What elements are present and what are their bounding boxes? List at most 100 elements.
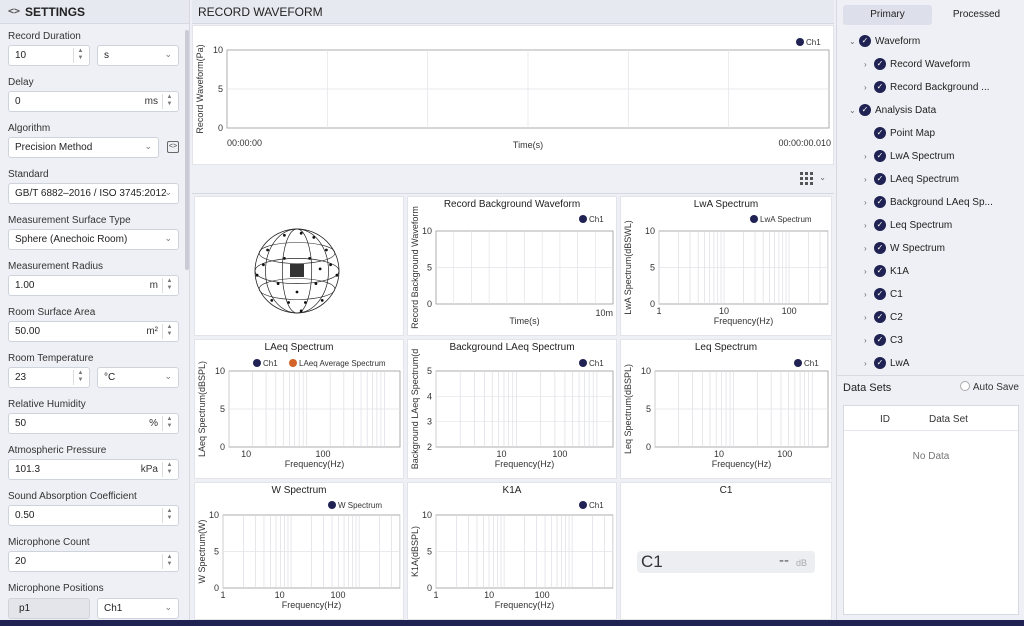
chevron-right-icon[interactable]: › xyxy=(864,244,874,253)
record-waveform-chart[interactable]: 10 5 0 Time(s) Record Waveform(Pa) 00:00:00 00… xyxy=(193,26,833,164)
mic-point xyxy=(318,267,322,271)
stepper-icon[interactable]: ▲ ▼ xyxy=(162,416,176,431)
laeq-chart[interactable]: 10 5 0 10 100Frequency(Hz) LAeq Spectrum(dBSP… xyxy=(195,340,403,478)
mic-point xyxy=(312,236,316,239)
tree-item[interactable]: › ✓ Record Background ... xyxy=(864,77,990,97)
delay-label: Delay xyxy=(8,77,34,88)
w-chart[interactable]: 10501 10 100Frequency(Hz)W Spectrum(W)W Sp… xyxy=(195,483,403,619)
tree-item[interactable]: › ✓ C1 xyxy=(864,284,903,304)
chevron-right-icon[interactable]: › xyxy=(864,313,874,322)
chevron-right-icon[interactable]: › xyxy=(864,175,874,184)
tree-item[interactable]: › ✓ K1A xyxy=(864,261,909,281)
stepper-icon[interactable]: ▲ ▼ xyxy=(162,508,176,523)
chevron-right-icon[interactable]: › xyxy=(864,198,874,207)
mic-point xyxy=(287,301,290,304)
mic-position-field[interactable]: p1 xyxy=(8,598,90,619)
stepper-icon[interactable]: ▲ ▼ xyxy=(162,554,176,569)
check-icon[interactable]: ✓ xyxy=(874,81,886,93)
tab-processed[interactable]: Processed xyxy=(932,5,1021,25)
tree-item[interactable]: › ✓ C2 xyxy=(864,307,903,327)
check-icon[interactable]: ✓ xyxy=(874,58,886,70)
tree-item-label: Analysis Data xyxy=(875,104,937,116)
record-duration-input[interactable]: 10 ▲ ▼ xyxy=(8,45,90,66)
lwa-chart[interactable]: 10 5 01 10 100 Frequency(Hz) LwA Spectrum(dBSW… xyxy=(621,197,831,335)
chevron-down-icon[interactable]: ⌄ xyxy=(849,37,859,46)
algorithm-select[interactable]: Precision Method ⌄ xyxy=(8,137,159,158)
chevron-down-icon[interactable]: ⌄ xyxy=(849,106,859,115)
tree-item[interactable]: › ✓ LAeq Spectrum xyxy=(864,169,959,189)
chevron-right-icon[interactable]: › xyxy=(864,336,874,345)
tree-item-label: Leq Spectrum xyxy=(890,219,953,231)
tree-item[interactable]: › ✓ Background LAeq Sp... xyxy=(864,192,993,212)
room-temp-input[interactable]: 23 ▲ ▼ xyxy=(8,367,90,388)
check-icon[interactable]: ✓ xyxy=(859,35,871,47)
check-icon[interactable]: ✓ xyxy=(874,357,886,369)
room-temp-unit-select[interactable]: °C ⌄ xyxy=(97,367,179,388)
chevron-down-icon[interactable]: ⌄ xyxy=(819,173,826,182)
tree-item[interactable]: › ✓ C3 xyxy=(864,330,903,350)
check-icon[interactable]: ✓ xyxy=(874,242,886,254)
check-icon[interactable]: ✓ xyxy=(874,150,886,162)
room-area-input[interactable]: 50.00 m² ▲ ▼ xyxy=(8,321,179,342)
tree-item[interactable]: › ✓ W Spectrum xyxy=(864,238,945,258)
chevron-right-icon[interactable]: › xyxy=(864,267,874,276)
mic-channel-select[interactable]: Ch1 ⌄ xyxy=(97,598,179,619)
chevron-right-icon[interactable]: › xyxy=(864,83,874,92)
delay-input[interactable]: 0 ms ▲ ▼ xyxy=(8,91,179,112)
chevron-right-icon[interactable]: › xyxy=(864,290,874,299)
tree-item[interactable]: › ✓ Record Waveform xyxy=(864,54,970,74)
check-icon[interactable]: ✓ xyxy=(874,127,886,139)
point-map-sphere[interactable] xyxy=(195,197,403,335)
tree-item[interactable]: › ✓ LwA xyxy=(864,353,909,369)
tree-item[interactable]: › ✓ Leq Spectrum xyxy=(864,215,952,235)
record-duration-unit-select[interactable]: s ⌄ xyxy=(97,45,179,66)
auto-save-toggle[interactable]: Auto Save xyxy=(959,376,1019,400)
check-icon[interactable]: ✓ xyxy=(874,265,886,277)
col-dataset: Data Set xyxy=(929,414,968,425)
pressure-input[interactable]: 101.3 kPa ▲ ▼ xyxy=(8,459,179,480)
code-icon[interactable]: <> xyxy=(8,6,20,17)
check-icon[interactable]: ✓ xyxy=(874,288,886,300)
humidity-input[interactable]: 50% ▲ ▼ xyxy=(8,413,179,434)
check-icon[interactable]: ✓ xyxy=(874,334,886,346)
tab-primary[interactable]: Primary xyxy=(843,5,932,25)
stepper-icon[interactable]: ▲ ▼ xyxy=(162,278,176,293)
tree-item[interactable]: › ✓ LwA Spectrum xyxy=(864,146,954,166)
check-icon[interactable]: ✓ xyxy=(874,173,886,185)
chevron-right-icon[interactable]: › xyxy=(864,60,874,69)
stepper-icon[interactable]: ▲ ▼ xyxy=(73,48,87,63)
stepper-icon[interactable]: ▲ ▼ xyxy=(162,462,176,477)
chevron-right-icon[interactable]: › xyxy=(864,359,874,368)
check-icon[interactable]: ✓ xyxy=(859,104,871,116)
chevron-right-icon[interactable]: › xyxy=(864,221,874,230)
tree-item[interactable]: ✓ Point Map xyxy=(864,123,935,143)
radius-input[interactable]: 1.00 m ▲ ▼ xyxy=(8,275,179,296)
mic-point xyxy=(308,257,311,260)
check-icon[interactable]: ✓ xyxy=(874,219,886,231)
bg-waveform-chart[interactable]: 10 5 0 Time(s) Record Background Waveform 10m… xyxy=(408,197,616,335)
absorption-value: 0.50 xyxy=(15,510,35,521)
code-view-icon[interactable]: <> xyxy=(167,141,179,153)
radio-icon[interactable] xyxy=(959,381,970,391)
k1a-chart[interactable]: 10 5 01 10 100Frequency(Hz) K1A(dBSPL) Ch1 xyxy=(408,483,616,619)
check-icon[interactable]: ✓ xyxy=(874,196,886,208)
settings-scrollbar[interactable] xyxy=(185,30,189,270)
bg-laeq-chart[interactable]: 543210 100Frequency(Hz)Background LAeq Sp… xyxy=(408,340,616,478)
chevron-right-icon[interactable]: › xyxy=(864,152,874,161)
tree-item[interactable]: ⌄ ✓ Waveform xyxy=(849,31,920,51)
laeq-panel: LAeq Spectrum 10 5 0 10 100 Frequency(Hz) LAeq… xyxy=(194,339,404,479)
surface-type-select[interactable]: Sphere (Anechoic Room) ⌄ xyxy=(8,229,179,250)
absorption-input[interactable]: 0.50 ▲ ▼ xyxy=(8,505,179,526)
mic-count-input[interactable]: 20 ▲ ▼ xyxy=(8,551,179,572)
tree-item[interactable]: ⌄ ✓ Analysis Data xyxy=(849,100,936,120)
surface-type-value: Sphere (Anechoic Room) xyxy=(15,234,128,245)
grid-layout-icon[interactable] xyxy=(800,172,814,185)
leq-chart[interactable]: 10 5 0 10 100 Frequency(Hz) Leq Spectrum(dBSPL… xyxy=(621,340,831,478)
stepper-icon[interactable]: ▲ ▼ xyxy=(162,94,176,109)
standard-select[interactable]: GB/T 6882–2016 / ISO 3745:2012 ⌄ xyxy=(8,183,179,204)
x-axis-label: Frequency(Hz) xyxy=(285,459,345,469)
check-icon[interactable]: ✓ xyxy=(874,311,886,323)
stepper-icon[interactable]: ▲ ▼ xyxy=(73,370,87,385)
x-axis-label: Time(s) xyxy=(509,316,539,326)
stepper-icon[interactable]: ▲ ▼ xyxy=(162,324,176,339)
